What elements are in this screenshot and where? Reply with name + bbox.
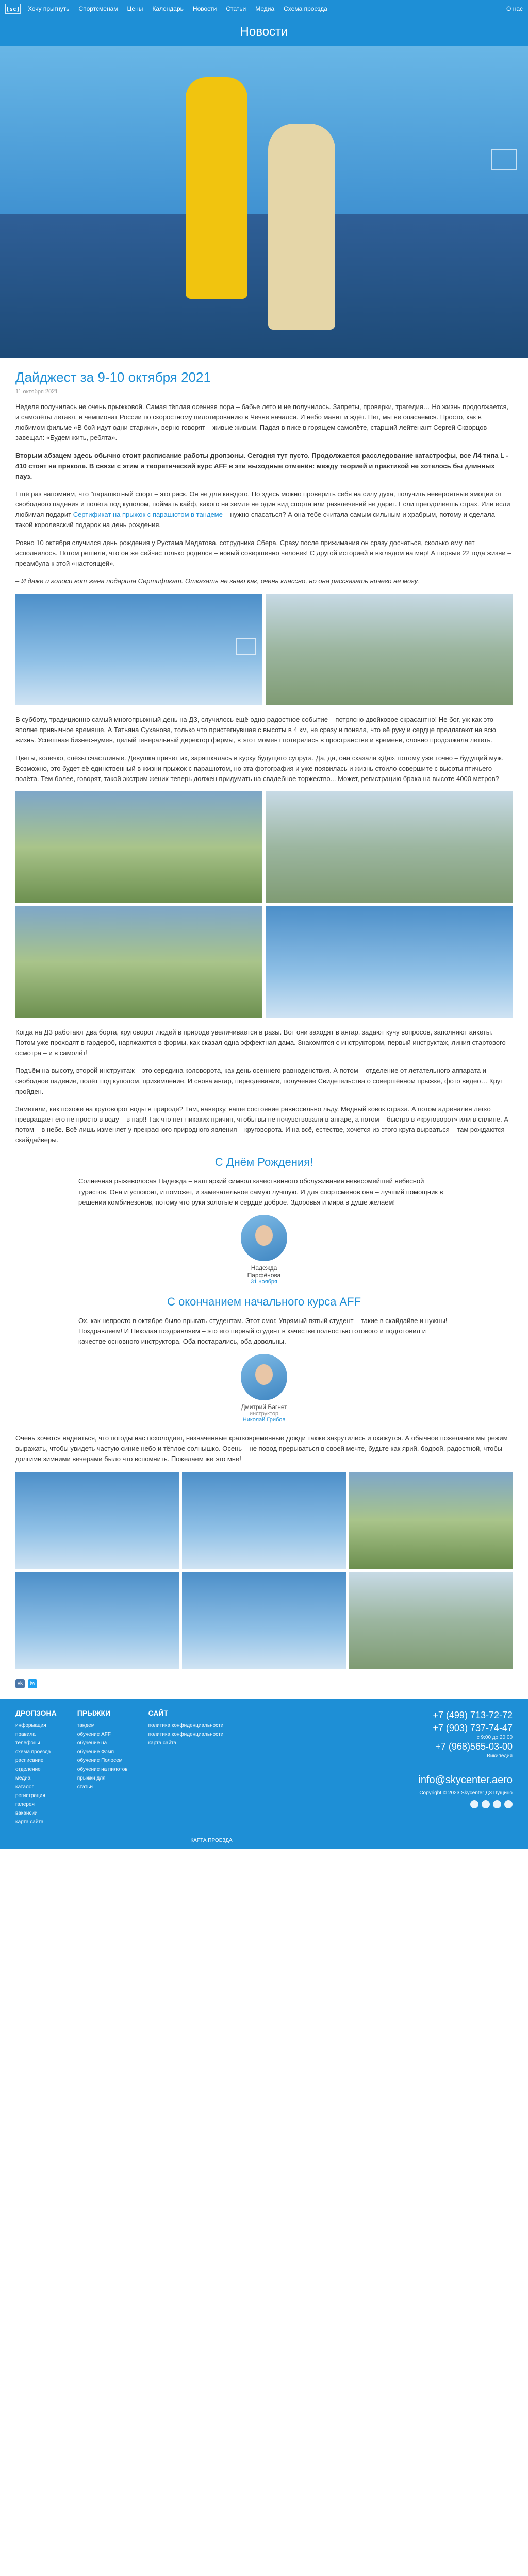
paragraph: В субботу, традиционно самый многопрыжны… xyxy=(15,716,496,744)
social-icons xyxy=(418,1800,513,1809)
top-navigation: [sc] Хочу прыгнуть Спортсменам Цены Кале… xyxy=(0,0,528,18)
paragraph: Цветы, колечко, слёзы счастливые. Девушк… xyxy=(15,754,504,783)
hero-image xyxy=(0,46,528,358)
paragraph: Когда на ДЗ работают два борта, круговор… xyxy=(15,1028,506,1057)
photo[interactable] xyxy=(15,1471,179,1569)
phone-1[interactable]: +7 (499) 713-72-72 xyxy=(418,1709,513,1722)
page-title: Новости xyxy=(240,25,288,39)
person-surname: Парфёнова xyxy=(247,1271,281,1279)
social-icon[interactable] xyxy=(482,1800,490,1809)
nav-item-news[interactable]: Новости xyxy=(193,5,217,12)
nav-item-athletes[interactable]: Спортсменам xyxy=(78,5,118,12)
person-link[interactable]: 31 ноября xyxy=(15,1279,513,1285)
site-logo[interactable]: [sc] xyxy=(5,4,21,14)
paragraph: Ещё раз напомним, что "парашютный спорт … xyxy=(15,489,510,529)
person-link[interactable]: Николай Грибов xyxy=(15,1417,513,1423)
post-title: Дайджест за 9-10 октября 2021 xyxy=(15,369,211,385)
photo[interactable] xyxy=(15,594,262,706)
footer: ДРОПЗОНА информация правила телефоны схе… xyxy=(0,1698,528,1849)
nav-menu: Хочу прыгнуть Спортсменам Цены Календарь… xyxy=(28,5,506,12)
nav-item-want-jump[interactable]: Хочу прыгнуть xyxy=(28,5,69,12)
paragraph: Неделя получилась не очень прыжковой. Са… xyxy=(15,403,509,442)
person-role: инструктор xyxy=(249,1411,279,1417)
phone-2[interactable]: +7 (903) 737-74-47 xyxy=(418,1722,513,1735)
twitter-icon[interactable]: tw xyxy=(28,1679,37,1688)
social-icon[interactable] xyxy=(470,1800,478,1809)
paragraph: Вторым абзацем здесь обычно стоит распис… xyxy=(15,451,508,480)
avatar xyxy=(241,1354,287,1401)
photo[interactable] xyxy=(266,791,513,903)
photo-grid xyxy=(15,1471,513,1669)
nav-item-media[interactable]: Медиа xyxy=(255,5,274,12)
post-date: 11 октября 2021 xyxy=(15,388,58,395)
aff-text: Ох, как непросто в октябре было прыгать … xyxy=(78,1316,448,1346)
certificate-link[interactable]: Сертификат на прыжок с парашютом в танде… xyxy=(73,511,223,518)
paragraph: Ровно 10 октября случился день рождения … xyxy=(15,538,512,567)
aff-heading: С окончанием начального курса AFF xyxy=(167,1295,361,1308)
photo[interactable] xyxy=(182,1471,346,1569)
social-icon[interactable] xyxy=(504,1800,513,1809)
map-link[interactable]: КАРТА ПРОЕЗДА xyxy=(170,1838,253,1843)
footer-col-dropzone: ДРОПЗОНА информация правила телефоны схе… xyxy=(15,1708,57,1825)
nav-item-directions[interactable]: Схема проезда xyxy=(284,5,327,12)
paragraph: – И даже и голоси вот жена подарила Серт… xyxy=(15,577,419,585)
page-title-bar: Новости xyxy=(0,18,528,46)
photo[interactable] xyxy=(15,791,262,903)
person-name: Дмитрий Багнет xyxy=(241,1403,287,1411)
footer-col-jumps: ПРЫЖКИ тандем обучение AFF обучение на о… xyxy=(77,1708,128,1790)
avatar xyxy=(241,1214,287,1261)
photo[interactable] xyxy=(15,906,262,1018)
nav-item-calendar[interactable]: Календарь xyxy=(152,5,184,12)
person-card: Надежда Парфёнова 31 ноября xyxy=(15,1214,513,1285)
photo-grid xyxy=(15,791,513,1018)
footer-col-site: САЙТ политика конфиденциальности политик… xyxy=(148,1708,224,1746)
social-icon[interactable] xyxy=(493,1800,501,1809)
vk-icon[interactable]: vk xyxy=(15,1679,25,1688)
paragraph: Подъём на высоту, второй инструктаж – эт… xyxy=(15,1066,503,1095)
photo[interactable] xyxy=(349,1471,513,1569)
person-card: Дмитрий Багнет инструктор Николай Грибов xyxy=(15,1354,513,1423)
nav-item-articles[interactable]: Статьи xyxy=(226,5,246,12)
article-body: Дайджест за 9-10 октября 2021 11 октября… xyxy=(0,369,528,1688)
birthday-heading: С Днём Рождения! xyxy=(214,1156,314,1169)
closing-paragraph: Очень хочется надеяться, что погоды нас … xyxy=(15,1434,508,1463)
birthday-text: Солнечная рыжеволосая Надежда – наш ярки… xyxy=(78,1177,443,1206)
person-name: Надежда xyxy=(251,1264,277,1272)
footer-contacts: +7 (499) 713-72-72 +7 (903) 737-74-47 с … xyxy=(418,1709,513,1826)
photo-grid xyxy=(15,594,513,706)
share-buttons: vk tw xyxy=(15,1679,513,1688)
watermark-icon xyxy=(491,149,517,170)
photo[interactable] xyxy=(182,1571,346,1669)
nav-item-prices[interactable]: Цены xyxy=(127,5,143,12)
email-link[interactable]: info@skycenter.aero xyxy=(418,1774,513,1786)
copyright: Copyright © 2023 Skycenter ДЗ Пущино xyxy=(419,1790,513,1797)
phone-3[interactable]: +7 (968)565-03-00 xyxy=(418,1740,513,1753)
photo[interactable] xyxy=(266,594,513,706)
photo[interactable] xyxy=(266,906,513,1018)
nav-item-about[interactable]: О нас xyxy=(506,5,523,12)
photo[interactable] xyxy=(349,1571,513,1669)
photo[interactable] xyxy=(15,1571,179,1669)
paragraph: Заметили, как похоже на круговорот воды … xyxy=(15,1105,508,1144)
